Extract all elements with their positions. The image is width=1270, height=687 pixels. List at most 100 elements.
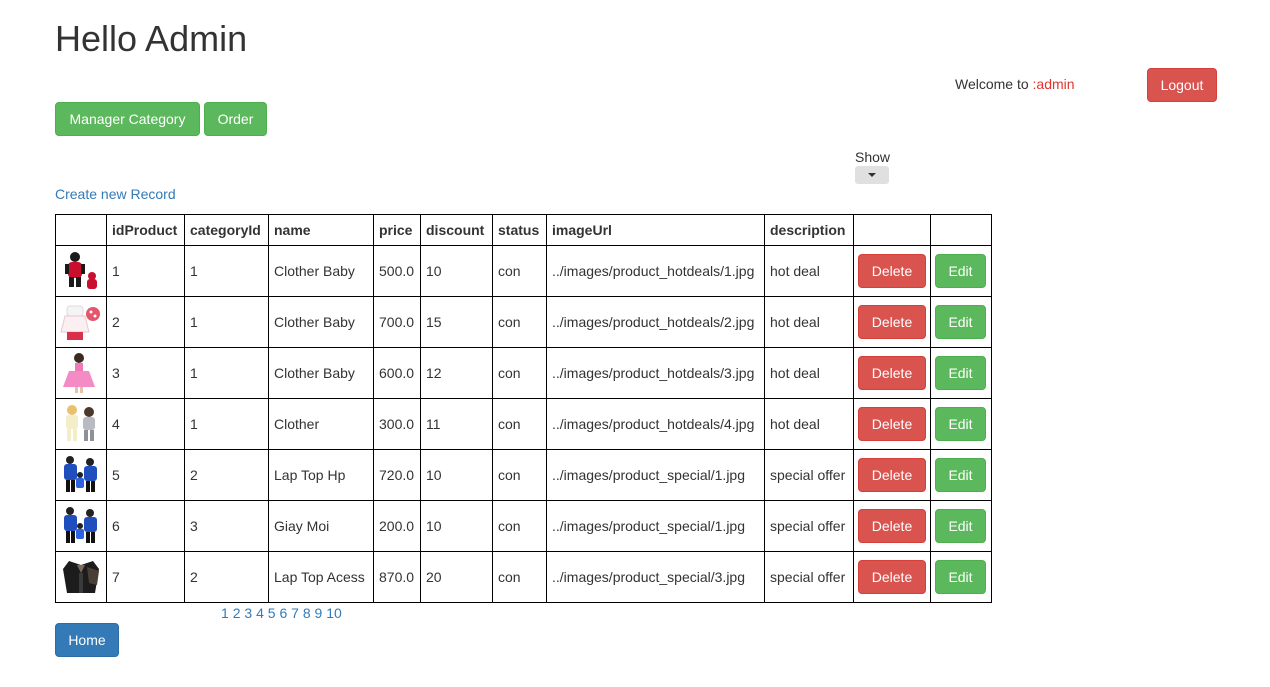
manager-category-button[interactable]: Manager Category	[55, 102, 200, 136]
home-button[interactable]: Home	[55, 623, 119, 657]
table-row: 5 2 Lap Top Hp 720.0 10 con ../images/product_…	[55, 449, 992, 501]
page-link[interactable]: 1	[221, 605, 229, 621]
cell-status: con	[492, 500, 547, 552]
order-button[interactable]: Order	[204, 102, 267, 136]
cell-imageurl: ../images/product_special/1.jpg	[546, 500, 765, 552]
product-table: idProduct categoryId name price discount…	[55, 214, 992, 603]
edit-cell: Edit	[930, 347, 992, 399]
delete-button[interactable]: Delete	[858, 407, 926, 441]
edit-button[interactable]: Edit	[935, 356, 986, 390]
edit-button[interactable]: Edit	[935, 509, 986, 543]
show-select[interactable]	[855, 166, 889, 184]
column-header-idproduct: idProduct	[106, 214, 185, 246]
welcome-message: Welcome to :admin	[955, 76, 1075, 92]
cell-status: con	[492, 245, 547, 297]
cell-categoryid: 2	[184, 551, 269, 603]
pagination: 1 2 3 4 5 6 7 8 9 10	[221, 605, 342, 621]
product-thumbnail-cell	[55, 347, 107, 399]
cell-imageurl: ../images/product_special/1.jpg	[546, 449, 765, 501]
page-link[interactable]: 2	[233, 605, 241, 621]
delete-button[interactable]: Delete	[858, 305, 926, 339]
page-link[interactable]: 8	[303, 605, 311, 621]
cell-name: Lap Top Acess	[268, 551, 374, 603]
column-header-description: description	[764, 214, 854, 246]
edit-cell: Edit	[930, 245, 992, 297]
page-link[interactable]: 5	[268, 605, 276, 621]
cell-imageurl: ../images/product_hotdeals/4.jpg	[546, 398, 765, 450]
welcome-username: :admin	[1032, 76, 1075, 92]
cell-description: special offer	[764, 500, 854, 552]
page-link[interactable]: 9	[315, 605, 323, 621]
cell-name: Lap Top Hp	[268, 449, 374, 501]
cell-idproduct: 6	[106, 500, 185, 552]
cell-discount: 15	[420, 296, 493, 348]
edit-cell: Edit	[930, 551, 992, 603]
product-thumbnail-cell	[55, 398, 107, 450]
cell-categoryid: 2	[184, 449, 269, 501]
page-link[interactable]: 6	[279, 605, 287, 621]
delete-button[interactable]: Delete	[858, 458, 926, 492]
cell-price: 500.0	[373, 245, 421, 297]
page-link[interactable]: 10	[326, 605, 342, 621]
cell-imageurl: ../images/product_special/3.jpg	[546, 551, 765, 603]
cell-description: special offer	[764, 449, 854, 501]
cell-price: 870.0	[373, 551, 421, 603]
cell-categoryid: 1	[184, 296, 269, 348]
product-thumbnail-cell	[55, 551, 107, 603]
create-new-record-link[interactable]: Create new Record	[55, 186, 176, 202]
delete-button[interactable]: Delete	[858, 560, 926, 594]
page-link[interactable]: 7	[291, 605, 299, 621]
logout-button[interactable]: Logout	[1147, 68, 1217, 102]
cell-price: 700.0	[373, 296, 421, 348]
edit-button[interactable]: Edit	[935, 305, 986, 339]
welcome-text: Welcome to	[955, 76, 1033, 92]
edit-button[interactable]: Edit	[935, 458, 986, 492]
cell-discount: 10	[420, 449, 493, 501]
product-thumbnail-image	[59, 504, 103, 548]
cell-price: 300.0	[373, 398, 421, 450]
product-thumbnail-cell	[55, 245, 107, 297]
delete-cell: Delete	[853, 398, 931, 450]
delete-cell: Delete	[853, 449, 931, 501]
table-row: 1 1 Clother Baby 500.0 10 con ../images/produc…	[55, 245, 992, 297]
cell-description: hot deal	[764, 296, 854, 348]
edit-button[interactable]: Edit	[935, 560, 986, 594]
cell-categoryid: 1	[184, 347, 269, 399]
edit-button[interactable]: Edit	[935, 407, 986, 441]
edit-button[interactable]: Edit	[935, 254, 986, 288]
cell-discount: 12	[420, 347, 493, 399]
cell-name: Clother Baby	[268, 296, 374, 348]
product-thumbnail-image	[59, 555, 103, 599]
column-header-categoryid: categoryId	[184, 214, 269, 246]
cell-categoryid: 1	[184, 398, 269, 450]
cell-name: Clother Baby	[268, 347, 374, 399]
cell-price: 720.0	[373, 449, 421, 501]
column-header-name: name	[268, 214, 374, 246]
table-row: 3 1 Clother Baby 600.0 12 con ../images/produc…	[55, 347, 992, 399]
cell-name: Clother	[268, 398, 374, 450]
page-link[interactable]: 4	[256, 605, 264, 621]
cell-description: hot deal	[764, 245, 854, 297]
delete-cell: Delete	[853, 245, 931, 297]
delete-button[interactable]: Delete	[858, 509, 926, 543]
page-link[interactable]: 3	[244, 605, 252, 621]
cell-imageurl: ../images/product_hotdeals/2.jpg	[546, 296, 765, 348]
cell-price: 200.0	[373, 500, 421, 552]
product-thumbnail-cell	[55, 449, 107, 501]
column-header-status: status	[492, 214, 547, 246]
cell-discount: 10	[420, 245, 493, 297]
delete-button[interactable]: Delete	[858, 254, 926, 288]
cell-description: hot deal	[764, 347, 854, 399]
edit-cell: Edit	[930, 449, 992, 501]
column-header-delete	[853, 214, 931, 246]
cell-idproduct: 1	[106, 245, 185, 297]
delete-cell: Delete	[853, 347, 931, 399]
cell-description: hot deal	[764, 398, 854, 450]
product-thumbnail-cell	[55, 500, 107, 552]
table-row: 2 1 Clother Baby 700.0 15 con ../images/produc…	[55, 296, 992, 348]
delete-button[interactable]: Delete	[858, 356, 926, 390]
delete-cell: Delete	[853, 500, 931, 552]
table-row: 6 3 Giay Moi 200.0 10 con ../images/product_sp…	[55, 500, 992, 552]
product-thumbnail-image	[59, 453, 103, 497]
cell-status: con	[492, 449, 547, 501]
